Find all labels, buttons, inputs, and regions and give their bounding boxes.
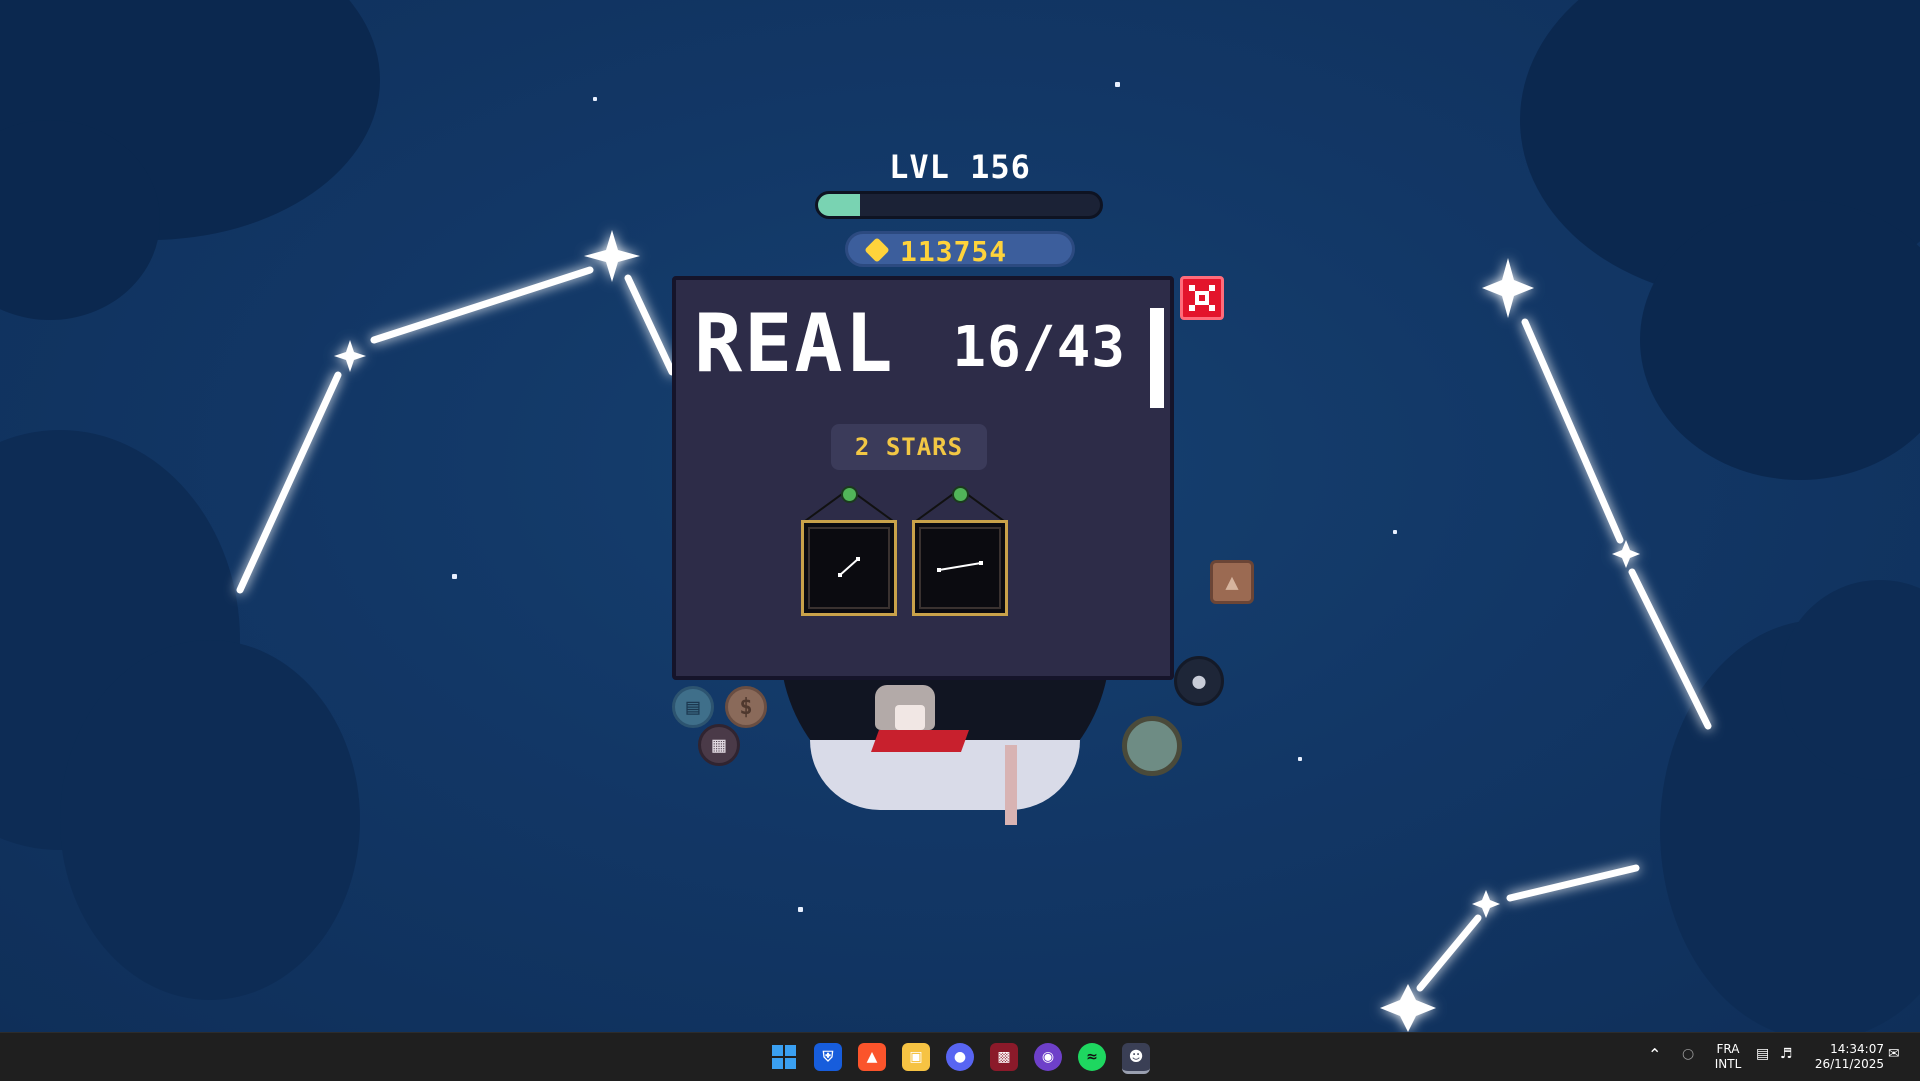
frame-pin xyxy=(841,486,858,503)
brave-icon[interactable]: ▲ xyxy=(858,1043,886,1071)
collection-count: 16/43 xyxy=(952,315,1126,380)
clock-date: 26/11/2025 xyxy=(1814,1057,1884,1071)
bitwarden-icon[interactable]: ⛨ xyxy=(814,1043,842,1071)
game-scene: ▤ $ ▦ ▲ ● LVL 156 113754 REAL 16/43 2 ST… xyxy=(0,0,1920,1032)
windows-start-icon[interactable] xyxy=(770,1043,798,1071)
coin-value: 113754 xyxy=(900,235,1008,268)
coin-counter: 113754 xyxy=(845,231,1075,268)
character-face xyxy=(895,705,925,730)
character-scarf xyxy=(870,730,970,752)
hat-icon[interactable]: ▲ xyxy=(1210,560,1254,604)
game-app-icon[interactable]: ☻ xyxy=(1122,1043,1150,1074)
close-icon xyxy=(1189,285,1215,311)
modal-scrollbar[interactable] xyxy=(1150,308,1164,408)
tray-overflow-icon[interactable]: ⌃ xyxy=(1648,1047,1661,1063)
frame-pin xyxy=(952,486,969,503)
stars-badge: 2 STARS xyxy=(831,424,987,470)
spotify-icon[interactable]: ≈ xyxy=(1078,1043,1106,1071)
notifications-icon[interactable]: ✉ xyxy=(1888,1047,1900,1062)
close-button[interactable] xyxy=(1180,276,1224,320)
constellation-drawing xyxy=(937,561,983,572)
volume-icon[interactable]: ♬ xyxy=(1780,1047,1793,1062)
language-indicator[interactable]: FRA INTL xyxy=(1712,1042,1744,1072)
constellation-frame-1[interactable] xyxy=(801,520,897,616)
modal-title: REAL xyxy=(694,297,895,390)
coin-icon xyxy=(864,237,890,263)
file-explorer-icon[interactable]: ▣ xyxy=(902,1043,930,1071)
github-icon[interactable]: ◉ xyxy=(1034,1043,1062,1071)
keyboard-layout: INTL xyxy=(1714,1057,1742,1071)
constellation-frame-2[interactable] xyxy=(912,520,1008,616)
remote-desktop-icon[interactable]: ▩ xyxy=(990,1043,1018,1071)
microphone-icon[interactable]: ○ xyxy=(1682,1047,1694,1062)
level-label: LVL 156 xyxy=(889,148,1031,186)
network-icon[interactable]: ▤ xyxy=(1756,1047,1769,1062)
clock[interactable]: 14:34:07 26/11/2025 xyxy=(1808,1042,1884,1072)
constellation-drawing xyxy=(838,557,860,577)
portal-icon[interactable] xyxy=(1122,716,1182,776)
taskbar: ⛨ ▲ ▣ ● ▩ ◉ ≈ ☻ ⌃ ○ FRA INTL ▤ ♬ 14:34:0… xyxy=(0,1032,1920,1081)
discord-icon[interactable]: ● xyxy=(946,1043,974,1071)
xp-bar xyxy=(815,191,1103,219)
keyhole-icon[interactable]: ● xyxy=(1174,656,1224,706)
language-code: FRA xyxy=(1716,1042,1740,1056)
constellation-modal: REAL 16/43 2 STARS xyxy=(672,276,1174,680)
shop-icon[interactable]: $ xyxy=(725,686,767,728)
clock-time: 14:34:07 xyxy=(1830,1042,1884,1056)
calendar-icon[interactable]: ▦ xyxy=(698,724,740,766)
character-staff xyxy=(1005,745,1017,825)
inventory-icon[interactable]: ▤ xyxy=(672,686,714,728)
xp-bar-fill xyxy=(818,194,861,216)
